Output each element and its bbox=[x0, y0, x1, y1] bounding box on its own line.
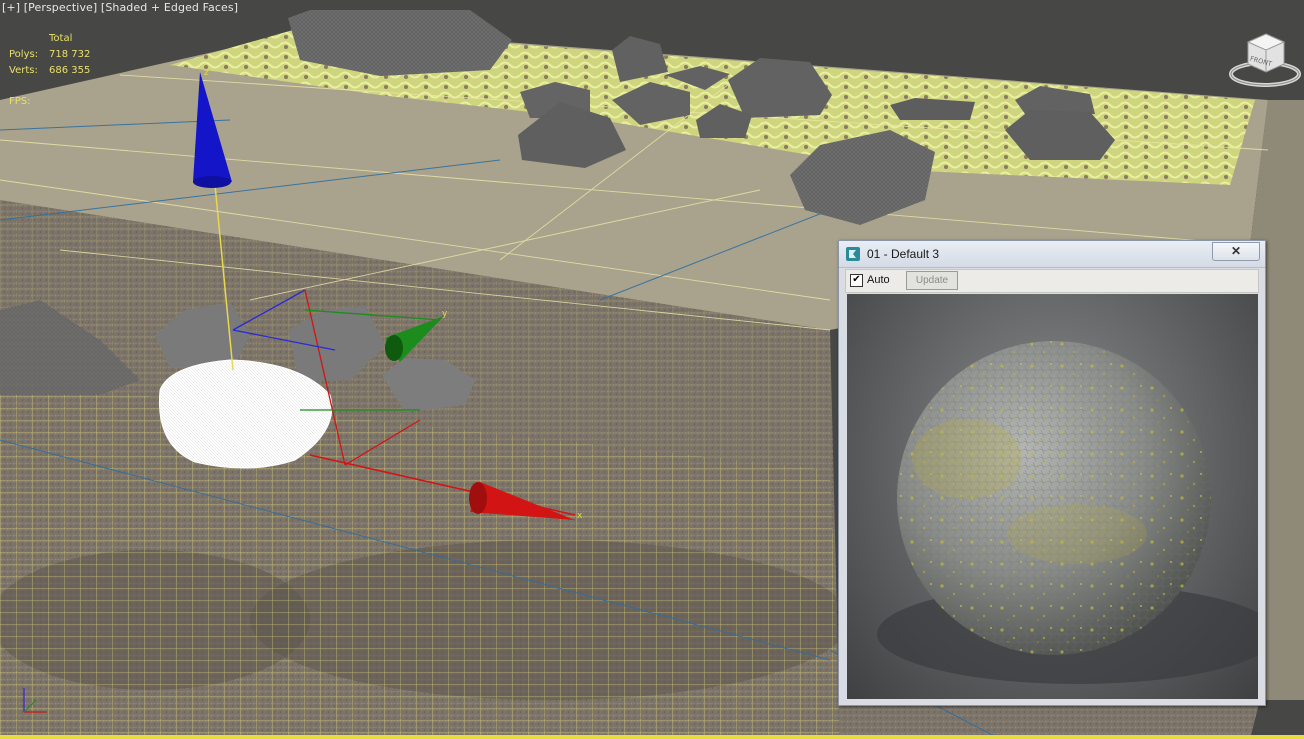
material-preview-window[interactable]: 01 - Default 3 ✕ ✔ Auto Update bbox=[838, 240, 1266, 706]
viewport-menu-plus[interactable]: [+] bbox=[2, 1, 20, 14]
close-icon: ✕ bbox=[1230, 244, 1242, 258]
viewport-active-border bbox=[0, 735, 1304, 739]
viewport-label[interactable]: [+] [Perspective] [Shaded + Edged Faces] bbox=[2, 1, 238, 14]
3dsmax-app-icon bbox=[846, 247, 860, 261]
sphere-lichen-patch bbox=[912, 419, 1022, 499]
gizmo-x-arrow-base bbox=[469, 482, 487, 514]
stats-header: Total bbox=[49, 33, 73, 44]
window-titlebar[interactable]: 01 - Default 3 ✕ bbox=[839, 241, 1265, 268]
close-button[interactable]: ✕ bbox=[1212, 242, 1260, 261]
stats-fps: FPS: bbox=[9, 96, 31, 107]
stats-row-polys: Polys: 718 732 bbox=[9, 47, 90, 63]
viewport-menu-pov[interactable]: [Perspective] bbox=[24, 1, 98, 14]
sphere-lichen-patch bbox=[1007, 504, 1147, 564]
gizmo-y-label: y bbox=[442, 309, 448, 319]
gizmo-z-arrow-base bbox=[193, 176, 231, 188]
viewcube[interactable]: FRONT bbox=[1228, 30, 1302, 88]
viewport-perspective[interactable]: x y z [+] [Perspective] [Shaded + Edged … bbox=[0, 0, 1304, 739]
gizmo-z-label: z bbox=[204, 68, 209, 78]
stats-value: 686 355 bbox=[49, 65, 91, 76]
gizmo-x-label: x bbox=[577, 511, 583, 521]
stats-label: Verts: bbox=[9, 65, 38, 76]
selected-rock bbox=[158, 359, 333, 469]
update-button[interactable]: Update bbox=[906, 271, 958, 290]
sphere-lichen-texture bbox=[897, 341, 1211, 655]
window-title: 01 - Default 3 bbox=[867, 247, 940, 261]
stats-row-verts: Verts: 686 355 bbox=[9, 63, 90, 79]
stats-value: 718 732 bbox=[49, 49, 91, 60]
material-preview-render bbox=[847, 294, 1258, 699]
viewport-statistics: Total Polys: 718 732 Verts: 686 355 bbox=[9, 31, 90, 79]
auto-label: Auto bbox=[867, 274, 890, 286]
gizmo-y-arrow-base bbox=[385, 335, 403, 361]
stats-label: Polys: bbox=[9, 49, 39, 60]
preview-toolbar: ✔ Auto Update bbox=[845, 269, 1259, 293]
viewport-menu-shading[interactable]: [Shaded + Edged Faces] bbox=[101, 1, 238, 14]
auto-checkbox[interactable]: ✔ bbox=[850, 274, 863, 287]
